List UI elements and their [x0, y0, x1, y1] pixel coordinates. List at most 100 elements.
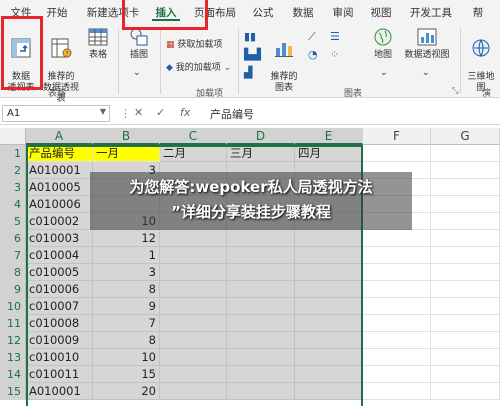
- tab-home[interactable]: 开始: [44, 5, 70, 21]
- row-header[interactable]: 12: [0, 332, 26, 349]
- january-value-cell[interactable]: 12: [93, 230, 160, 247]
- illustrations-button[interactable]: 插图: [122, 26, 156, 61]
- cell[interactable]: [431, 145, 500, 162]
- product-code-cell[interactable]: c010008: [26, 315, 93, 332]
- cell[interactable]: [295, 230, 363, 247]
- row-header[interactable]: 14: [0, 366, 26, 383]
- january-value-cell[interactable]: 3: [93, 264, 160, 281]
- january-value-cell[interactable]: 9: [93, 298, 160, 315]
- cell[interactable]: [160, 230, 227, 247]
- cell[interactable]: [431, 383, 500, 400]
- cell[interactable]: [227, 383, 295, 400]
- 3d-map-button[interactable]: 三维地 图: [463, 26, 499, 94]
- product-code-cell[interactable]: c010010: [26, 349, 93, 366]
- cell[interactable]: [295, 315, 363, 332]
- cell[interactable]: [363, 383, 431, 400]
- row-header[interactable]: 5: [0, 213, 26, 230]
- column-header[interactable]: F: [363, 128, 431, 145]
- my-addins-button[interactable]: ◆ 我的加载项 ⌄: [166, 60, 231, 73]
- product-code-cell[interactable]: c010005: [26, 264, 93, 281]
- cell[interactable]: [431, 162, 500, 179]
- january-value-cell[interactable]: 10: [93, 349, 160, 366]
- tab-formulas[interactable]: 公式: [250, 5, 276, 21]
- cell[interactable]: [363, 281, 431, 298]
- row-header[interactable]: 4: [0, 196, 26, 213]
- cell[interactable]: [363, 349, 431, 366]
- cell[interactable]: [431, 349, 500, 366]
- hierarchy-chart-icon[interactable]: ▙▟: [244, 48, 261, 61]
- product-code-cell[interactable]: c010011: [26, 366, 93, 383]
- cell[interactable]: [160, 298, 227, 315]
- pivot-table-button[interactable]: 数据 透视表: [4, 26, 38, 94]
- tab-review[interactable]: 审阅: [330, 5, 356, 21]
- row-header[interactable]: 3: [0, 179, 26, 196]
- header-cell[interactable]: 一月: [93, 145, 160, 162]
- cell[interactable]: [160, 349, 227, 366]
- product-code-cell[interactable]: A010001: [26, 162, 93, 179]
- cell[interactable]: [363, 145, 431, 162]
- product-code-cell[interactable]: c010006: [26, 281, 93, 298]
- row-header[interactable]: 2: [0, 162, 26, 179]
- cell[interactable]: [431, 281, 500, 298]
- cell[interactable]: [363, 366, 431, 383]
- bar-chart-icon[interactable]: ☰: [330, 30, 340, 43]
- product-code-cell[interactable]: c010009: [26, 332, 93, 349]
- cell[interactable]: [227, 247, 295, 264]
- cell[interactable]: [295, 383, 363, 400]
- cell[interactable]: [431, 196, 500, 213]
- tab-help[interactable]: 帮: [468, 5, 488, 21]
- column-chart-icon[interactable]: ▮▮: [244, 30, 256, 43]
- cell[interactable]: [227, 332, 295, 349]
- product-code-cell[interactable]: A010005: [26, 179, 93, 196]
- cell[interactable]: [160, 281, 227, 298]
- insert-function-button[interactable]: fx: [180, 106, 190, 119]
- row-header[interactable]: 11: [0, 315, 26, 332]
- product-code-cell[interactable]: A010006: [26, 196, 93, 213]
- cancel-icon[interactable]: ✕: [134, 106, 143, 119]
- dialog-launcher-icon[interactable]: ⤡: [452, 86, 458, 96]
- cell[interactable]: [160, 366, 227, 383]
- cell[interactable]: [227, 315, 295, 332]
- formula-input[interactable]: 产品编号: [210, 106, 254, 122]
- cell[interactable]: [363, 332, 431, 349]
- row-header[interactable]: 13: [0, 349, 26, 366]
- row-header[interactable]: 7: [0, 247, 26, 264]
- header-cell[interactable]: 三月: [227, 145, 295, 162]
- row-header[interactable]: 9: [0, 281, 26, 298]
- january-value-cell[interactable]: 15: [93, 366, 160, 383]
- column-header[interactable]: G: [431, 128, 500, 145]
- product-code-cell[interactable]: c010007: [26, 298, 93, 315]
- cell[interactable]: [295, 281, 363, 298]
- cell[interactable]: [160, 315, 227, 332]
- tab-view[interactable]: 视图: [368, 5, 394, 21]
- cell[interactable]: [160, 247, 227, 264]
- cell[interactable]: [227, 349, 295, 366]
- header-cell[interactable]: 产品编号: [26, 145, 93, 162]
- get-addins-button[interactable]: ▦ 获取加载项: [166, 37, 222, 50]
- cell[interactable]: [295, 247, 363, 264]
- cell[interactable]: [431, 247, 500, 264]
- recommended-charts-button[interactable]: 推荐的 图表: [266, 26, 302, 94]
- row-header[interactable]: 6: [0, 230, 26, 247]
- tab-page-layout[interactable]: 页面布局: [192, 5, 238, 21]
- name-box[interactable]: A1 ▼: [2, 105, 110, 122]
- column-header[interactable]: C: [160, 128, 227, 145]
- january-value-cell[interactable]: 7: [93, 315, 160, 332]
- column-header[interactable]: B: [93, 128, 160, 145]
- scatter-chart-icon[interactable]: ⁘: [330, 48, 339, 61]
- january-value-cell[interactable]: 1: [93, 247, 160, 264]
- select-all-button[interactable]: [0, 128, 26, 145]
- cell[interactable]: [295, 332, 363, 349]
- line-chart-icon[interactable]: ⟋: [308, 30, 316, 44]
- cell[interactable]: [160, 383, 227, 400]
- tab-new-tab[interactable]: 新建选项卡: [84, 5, 142, 21]
- cell[interactable]: [431, 315, 500, 332]
- cell[interactable]: [295, 264, 363, 281]
- tab-data[interactable]: 数据: [290, 5, 316, 21]
- january-value-cell[interactable]: 20: [93, 383, 160, 400]
- cell[interactable]: [431, 179, 500, 196]
- cell[interactable]: [295, 366, 363, 383]
- cell[interactable]: [431, 230, 500, 247]
- tab-file[interactable]: 文件: [8, 5, 34, 21]
- combo-chart-icon[interactable]: ▟: [244, 66, 252, 79]
